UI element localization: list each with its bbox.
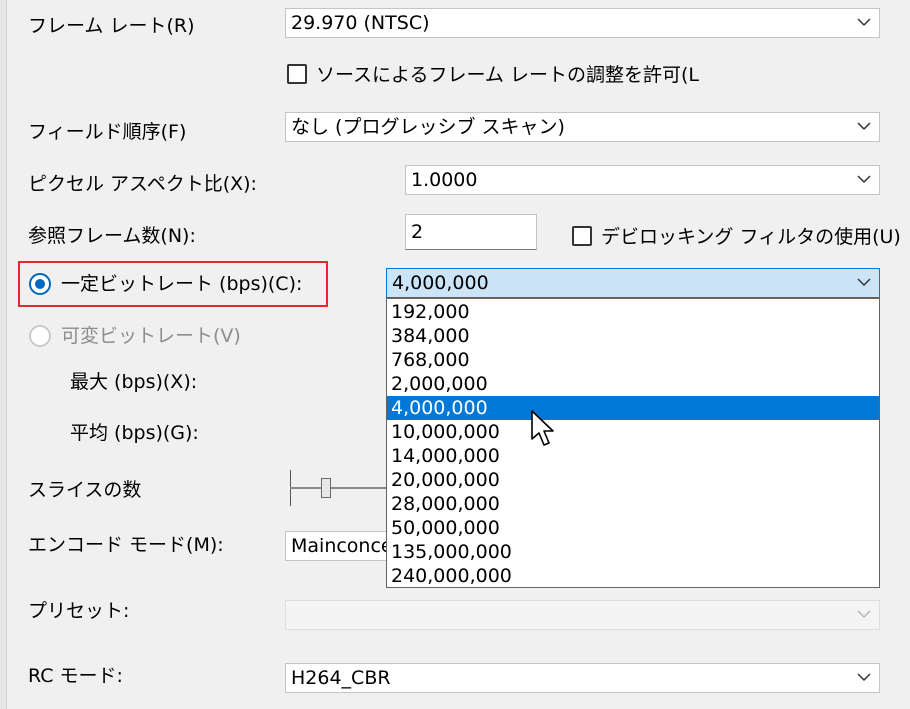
pixel-aspect-label: ピクセル アスペクト比(X): — [28, 173, 257, 195]
deblocking-label: デビロッキング フィルタの使用(U) — [601, 226, 901, 248]
bitrate-option[interactable]: 384,000 — [387, 324, 879, 348]
frame-rate-label: フレーム レート(R) — [28, 15, 195, 37]
pixel-aspect-combo[interactable]: 1.0000 — [405, 165, 880, 195]
bitrate-option[interactable]: 14,000,000 — [387, 444, 879, 468]
allow-source-adjust-label: ソースによるフレーム レートの調整を許可(L — [316, 64, 699, 86]
bitrate-option[interactable]: 10,000,000 — [387, 420, 879, 444]
rc-mode-value: H264_CBR — [291, 667, 391, 689]
slices-label: スライスの数 — [28, 479, 142, 501]
avg-bps-label: 平均 (bps)(G): — [70, 422, 199, 444]
constant-bitrate-value: 4,000,000 — [392, 272, 489, 294]
chevron-down-icon — [857, 278, 871, 287]
ref-frames-input[interactable]: 2 — [405, 214, 537, 250]
variable-bitrate-radio[interactable] — [29, 325, 51, 347]
encode-mode-combo[interactable]: Mainconce — [285, 531, 387, 561]
pixel-aspect-value: 1.0000 — [411, 169, 478, 191]
bitrate-option[interactable]: 135,000,000 — [387, 540, 879, 564]
window-edge — [0, 0, 7, 709]
bitrate-option[interactable]: 240,000,000 — [387, 564, 879, 588]
constant-bitrate-radio[interactable] — [29, 273, 51, 295]
ref-frames-value: 2 — [411, 221, 424, 243]
max-bps-label: 最大 (bps)(X): — [70, 371, 198, 393]
preset-label: プリセット: — [28, 600, 130, 622]
constant-bitrate-label: 一定ビットレート (bps)(C): — [61, 273, 303, 295]
encode-mode-label: エンコード モード(M): — [28, 534, 224, 556]
frame-rate-value: 29.970 (NTSC) — [291, 12, 430, 34]
bitrate-option[interactable]: 768,000 — [387, 348, 879, 372]
bitrate-option[interactable]: 28,000,000 — [387, 492, 879, 516]
frame-rate-combo[interactable]: 29.970 (NTSC) — [285, 8, 880, 38]
field-order-label: フィールド順序(F) — [28, 121, 187, 143]
chevron-down-icon — [857, 610, 871, 619]
preset-combo[interactable] — [285, 600, 880, 630]
chevron-down-icon — [857, 673, 871, 682]
chevron-down-icon — [857, 122, 871, 131]
rc-mode-label: RC モード: — [28, 665, 123, 687]
bitrate-option[interactable]: 4,000,000 — [387, 396, 879, 420]
chevron-down-icon — [857, 18, 871, 27]
chevron-down-icon — [857, 175, 871, 184]
encode-mode-value: Mainconce — [291, 535, 387, 557]
allow-source-adjust-checkbox[interactable] — [287, 64, 307, 84]
field-order-value: なし (プログレッシブ スキャン) — [291, 116, 565, 138]
slices-slider[interactable] — [290, 470, 386, 506]
bitrate-option[interactable]: 2,000,000 — [387, 372, 879, 396]
slider-thumb[interactable] — [321, 478, 331, 498]
bitrate-dropdown-list[interactable]: 192,000 384,000 768,000 2,000,000 4,000,000 1… — [386, 298, 880, 588]
bitrate-option[interactable]: 50,000,000 — [387, 516, 879, 540]
rc-mode-combo[interactable]: H264_CBR — [285, 663, 880, 693]
bitrate-option[interactable]: 192,000 — [387, 300, 879, 324]
bitrate-option[interactable]: 20,000,000 — [387, 468, 879, 492]
slider-track — [290, 487, 386, 489]
ref-frames-label: 参照フレーム数(N): — [28, 225, 196, 247]
variable-bitrate-label: 可変ビットレート(V) — [61, 325, 241, 347]
mouse-pointer-icon — [531, 410, 554, 446]
deblocking-checkbox[interactable] — [572, 226, 592, 246]
field-order-combo[interactable]: なし (プログレッシブ スキャン) — [285, 112, 880, 142]
constant-bitrate-combo[interactable]: 4,000,000 — [386, 268, 880, 298]
